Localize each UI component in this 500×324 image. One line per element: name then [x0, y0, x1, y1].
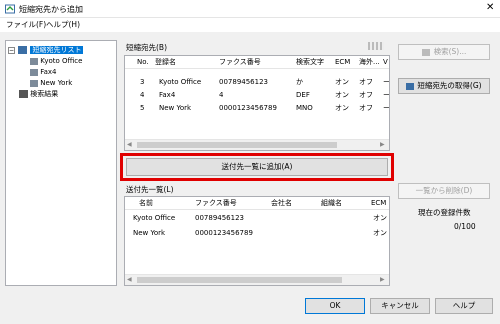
scroll-thumb[interactable] — [137, 277, 342, 283]
col-ecm[interactable]: ECM — [335, 56, 350, 69]
fax-icon — [30, 68, 38, 76]
close-icon[interactable]: ✕ — [486, 2, 494, 13]
col-no[interactable]: No. — [137, 56, 149, 69]
scroll-left-icon[interactable]: ◀ — [127, 276, 132, 283]
search-results-icon — [19, 90, 28, 98]
cell-no: 5 — [140, 104, 145, 112]
tree-root[interactable]: − 短縮宛先リスト — [8, 45, 84, 55]
col-overseas[interactable]: 海外... — [359, 56, 379, 69]
horizontal-scrollbar[interactable]: ◀ ▶ — [125, 139, 389, 150]
cell-ecm: オン — [335, 104, 349, 112]
menu-file[interactable]: ファイル(F) — [6, 19, 46, 30]
cell-no: 3 — [140, 78, 145, 86]
add-to-list-button[interactable]: 送付先一覧に追加(A) — [126, 158, 388, 176]
speed-dial-header: No. 登録名 ファクス番号 検索文字 ECM 海外... V — [125, 56, 389, 69]
tree-item-fax4[interactable]: Fax4 — [30, 67, 57, 77]
col-fax[interactable]: ファクス番号 — [219, 56, 261, 69]
scroll-left-icon[interactable]: ◀ — [127, 141, 132, 148]
cell-name: Kyoto Office — [159, 78, 202, 86]
address-book-icon — [406, 82, 415, 90]
cell-name: Kyoto Office — [133, 214, 176, 222]
tree-root-label: 短縮宛先リスト — [30, 46, 84, 54]
table-row[interactable]: Kyoto Office 00789456123 オン — [125, 212, 389, 224]
cell-search: DEF — [296, 91, 310, 99]
help-button[interactable]: ヘルプ — [435, 298, 493, 314]
scroll-thumb[interactable] — [137, 142, 337, 148]
cell-ecm: オン — [335, 78, 349, 86]
col-dest-name[interactable]: 名前 — [139, 197, 153, 210]
cell-fax: 0000123456789 — [195, 229, 253, 237]
tree-item-label: Fax4 — [40, 68, 57, 76]
cell-ecm: オン — [335, 91, 349, 99]
cell-v: ー — [383, 104, 390, 112]
speed-dial-label: 短縮宛先(B) — [126, 43, 167, 52]
cell-ecm: オン — [373, 229, 387, 237]
col-search[interactable]: 検索文字 — [296, 56, 324, 69]
table-row[interactable]: 4 Fax4 4 DEF オン オフ ー — [125, 89, 389, 101]
cell-overseas: オフ — [359, 78, 373, 86]
collapse-icon[interactable]: − — [8, 46, 15, 54]
tree-item-newyork[interactable]: New York — [30, 78, 72, 88]
search-button[interactable]: 検索(S)... — [398, 44, 490, 60]
window-title: 短縮宛先から追加 — [19, 5, 83, 14]
app-icon — [5, 4, 15, 14]
title-bar: 短縮宛先から追加 ✕ — [0, 0, 500, 18]
tree-item-label: New York — [40, 79, 73, 87]
fax-icon — [30, 79, 38, 87]
col-name[interactable]: 登録名 — [155, 56, 176, 69]
cell-overseas: オフ — [359, 104, 373, 112]
col-dest-org[interactable]: 組織名 — [321, 197, 342, 210]
cell-fax: 0000123456789 — [219, 104, 277, 112]
count-value: 0/100 — [454, 222, 476, 231]
search-icon — [421, 48, 430, 56]
tree-item-label: 検索結果 — [30, 90, 59, 98]
cell-fax: 4 — [219, 91, 224, 99]
cell-search: MNO — [296, 104, 313, 112]
menu-help[interactable]: ヘルプ(H) — [46, 19, 80, 30]
table-row[interactable]: 5 New York 0000123456789 MNO オン オフ ー — [125, 102, 389, 114]
destinations-label: 送付先一覧(L) — [126, 185, 174, 194]
scroll-right-icon[interactable]: ▶ — [380, 141, 385, 148]
menu-bar: ファイル(F) ヘルプ(H) — [0, 18, 500, 32]
tree-item-kyoto[interactable]: Kyoto Office — [30, 56, 82, 66]
cell-v: ー — [383, 78, 390, 86]
cell-v: ー — [383, 91, 390, 99]
cell-name: New York — [159, 104, 192, 112]
tree-item-label: Kyoto Office — [40, 57, 83, 65]
destination-header: 名前 ファクス番号 会社名 組織名 ECM — [125, 197, 389, 210]
get-speed-dial-button[interactable]: 短縮宛先の取得(G) — [398, 78, 490, 94]
horizontal-scrollbar[interactable]: ◀ ▶ — [125, 274, 389, 285]
remove-from-list-button[interactable]: 一覧から削除(D) — [398, 183, 490, 199]
cell-fax: 00789456123 — [219, 78, 268, 86]
count-label: 現在の登録件数 — [418, 208, 471, 217]
cell-fax: 00789456123 — [195, 214, 244, 222]
cell-search: か — [296, 78, 303, 86]
col-dest-fax[interactable]: ファクス番号 — [195, 197, 237, 210]
destination-list[interactable]: 名前 ファクス番号 会社名 組織名 ECM Kyoto Office 00789… — [124, 196, 390, 286]
cell-overseas: オフ — [359, 91, 373, 99]
scroll-right-icon[interactable]: ▶ — [380, 276, 385, 283]
cancel-button[interactable]: キャンセル — [370, 298, 430, 314]
table-row[interactable]: New York 0000123456789 オン — [125, 227, 389, 239]
speed-dial-list[interactable]: No. 登録名 ファクス番号 検索文字 ECM 海外... V 3 Kyoto … — [124, 55, 390, 151]
cell-no: 4 — [140, 91, 145, 99]
cell-name: New York — [133, 229, 166, 237]
col-dest-ecm[interactable]: ECM — [371, 197, 386, 210]
ok-button[interactable]: OK — [305, 298, 365, 314]
col-dest-company[interactable]: 会社名 — [271, 197, 292, 210]
cell-name: Fax4 — [159, 91, 176, 99]
address-book-icon — [18, 46, 28, 54]
cell-ecm: オン — [373, 214, 387, 222]
loading-indicator — [368, 42, 384, 50]
col-v[interactable]: V — [383, 56, 388, 69]
fax-icon — [30, 57, 38, 65]
tree-search-results[interactable]: 検索結果 — [19, 89, 58, 99]
table-row[interactable]: 3 Kyoto Office 00789456123 か オン オフ ー — [125, 76, 389, 88]
address-tree[interactable]: − 短縮宛先リスト Kyoto Office Fax4 New York 検索結… — [5, 40, 117, 286]
